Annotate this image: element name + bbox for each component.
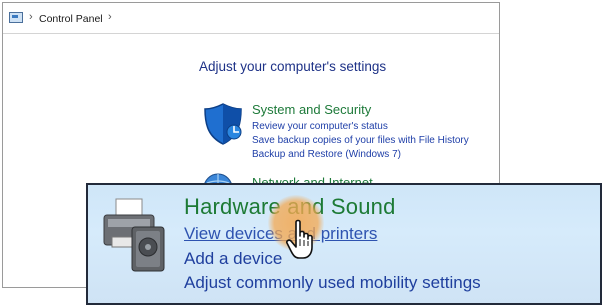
category-title-system-security[interactable]: System and Security [252,102,371,117]
link-add-device[interactable]: Add a device [184,249,282,269]
link-file-history[interactable]: Save backup copies of your files with Fi… [252,135,469,146]
breadcrumb-separator[interactable]: › [108,11,112,23]
printer-icon[interactable] [98,197,170,273]
address-bar[interactable]: › Control Panel › [3,3,499,34]
page-title: Adjust your computer's settings [199,59,387,74]
link-backup-restore[interactable]: Backup and Restore (Windows 7) [252,149,401,160]
hand-pointer-icon [286,219,313,259]
link-mobility-settings[interactable]: Adjust commonly used mobility settings [184,273,481,293]
zoom-callout: Hardware and Sound View devices and prin… [86,183,602,305]
shield-icon[interactable] [203,102,243,146]
control-panel-icon [9,12,23,23]
link-review-status[interactable]: Review your computer's status [252,121,388,132]
breadcrumb-separator: › [29,11,33,23]
breadcrumb-control-panel[interactable]: Control Panel [39,13,103,25]
